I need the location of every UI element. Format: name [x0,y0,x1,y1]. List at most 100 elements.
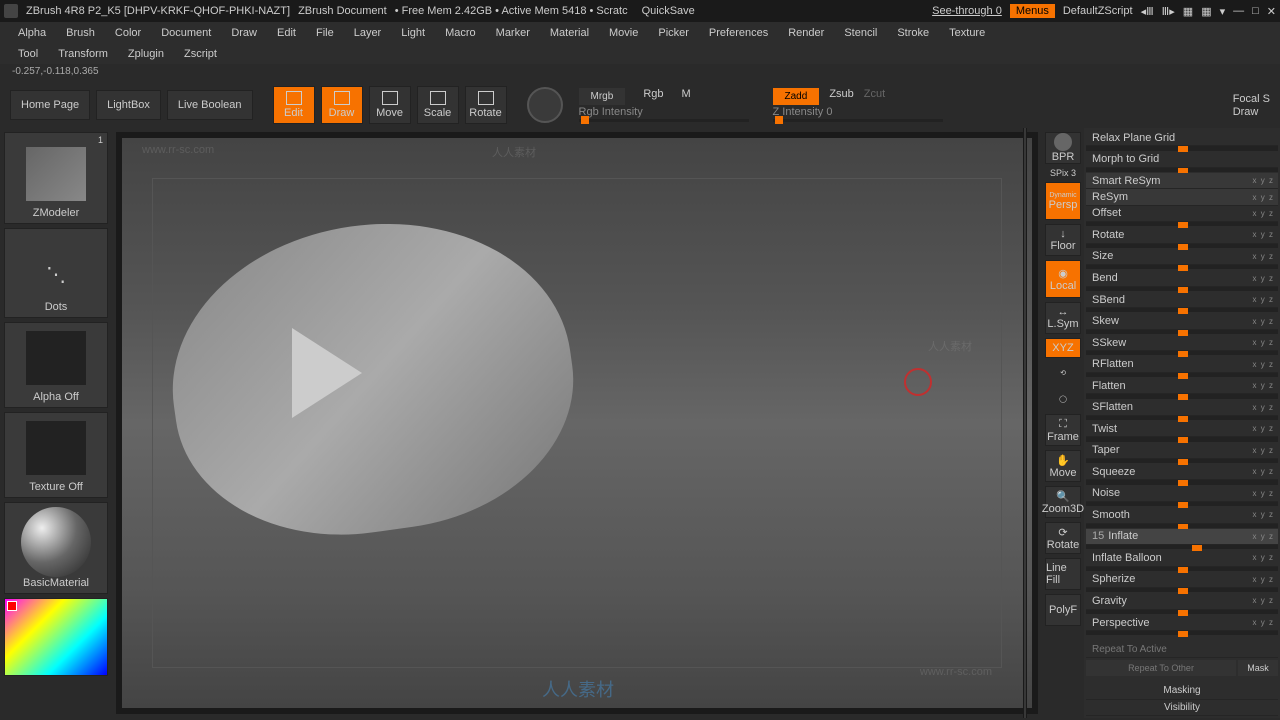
menu-stroke[interactable]: Stroke [887,24,939,42]
persp-button[interactable]: DynamicPersp [1045,182,1081,220]
mrgb-button[interactable]: Mrgb [579,88,626,105]
close-icon[interactable]: ✕ [1267,5,1276,18]
menu-picker[interactable]: Picker [648,24,699,42]
material-thumb[interactable]: BasicMaterial [4,502,108,594]
deform-slider[interactable] [1086,394,1278,398]
deform-sflatten[interactable]: SFlattenx y z [1086,400,1278,416]
deform-noise[interactable]: Noisex y z [1086,486,1278,502]
deform-slider[interactable] [1086,437,1278,441]
deform-slider[interactable] [1086,146,1278,150]
liveboolean-button[interactable]: Live Boolean [167,90,253,120]
deform-size[interactable]: Sizex y z [1086,249,1278,265]
local-button[interactable]: ◉Local [1045,260,1081,298]
deform-slider[interactable] [1086,567,1278,571]
menu-movie[interactable]: Movie [599,24,648,42]
zadd-button[interactable]: Zadd [773,88,820,105]
deform-squeeze[interactable]: Squeezex y z [1086,464,1278,480]
deform-smart-resym[interactable]: Smart ReSymx y z [1086,173,1278,189]
zsub-button[interactable]: Zsub [829,88,853,105]
menu-light[interactable]: Light [391,24,435,42]
menu-layer[interactable]: Layer [344,24,392,42]
deform-gravity[interactable]: Gravityx y z [1086,593,1278,609]
deform-slider[interactable] [1086,502,1278,506]
zcut-button[interactable]: Zcut [864,88,885,105]
xyz-button[interactable]: XYZ [1045,338,1081,358]
dropdown-icon[interactable]: ▾ [1220,5,1226,18]
quicksave-button[interactable]: QuickSave [636,3,701,19]
rotate-view-button[interactable]: ⟳Rotate [1045,522,1081,554]
deform-slider[interactable] [1086,168,1278,172]
deform-slider[interactable] [1086,416,1278,420]
zoom3d-button[interactable]: 🔍Zoom3D [1045,486,1081,518]
deform-slider[interactable] [1086,287,1278,291]
menu-macro[interactable]: Macro [435,24,486,42]
menu-zscript[interactable]: Zscript [174,46,227,62]
rgb-button[interactable]: Rgb [643,88,663,105]
deform-relax-plane-grid[interactable]: Relax Plane Grid [1086,130,1278,146]
deform-offset[interactable]: Offsetx y z [1086,206,1278,222]
menu-texture[interactable]: Texture [939,24,995,42]
deform-slider[interactable] [1086,480,1278,484]
lightbox-button[interactable]: LightBox [96,90,161,120]
deform-slider[interactable] [1086,610,1278,614]
deform-slider[interactable] [1086,222,1278,226]
deform-slider[interactable] [1086,373,1278,377]
menu-stencil[interactable]: Stencil [834,24,887,42]
move-mode-button[interactable]: Move [369,86,411,124]
visibility-section[interactable]: Visibility [1086,700,1278,716]
canvas[interactable]: www.rr-sc.com 人人素材 人人素材 www.rr-sc.com 人人… [116,132,1038,714]
maximize-icon[interactable]: □ [1252,5,1259,17]
repeat-other[interactable]: Repeat To Other [1086,660,1236,676]
nav-next-icon[interactable]: Ⅲ▸ [1162,5,1175,18]
deform-taper[interactable]: Taperx y z [1086,443,1278,459]
menu-marker[interactable]: Marker [486,24,540,42]
rgb-intensity-slider[interactable] [579,119,749,122]
deform-inflate-balloon[interactable]: Inflate Balloonx y z [1086,550,1278,566]
deform-rflatten[interactable]: RFlattenx y z [1086,356,1278,372]
frame-button[interactable]: ⛶Frame [1045,414,1081,446]
scale-mode-button[interactable]: Scale [417,86,459,124]
deform-slider[interactable] [1086,308,1278,312]
deform-slider[interactable] [1086,631,1278,635]
focal-label[interactable]: Focal S [1233,93,1270,105]
rotate-mode-button[interactable]: Rotate [465,86,507,124]
menu-draw[interactable]: Draw [221,24,267,42]
menu-brush[interactable]: Brush [56,24,105,42]
menu-edit[interactable]: Edit [267,24,306,42]
menu-zplugin[interactable]: Zplugin [118,46,174,62]
axis-icon[interactable]: ⟲ [1045,362,1081,384]
tray-divider[interactable] [1023,128,1027,718]
deform-slider[interactable] [1086,459,1278,463]
menu-document[interactable]: Document [151,24,221,42]
menus-button[interactable]: Menus [1010,4,1055,18]
menu-transform[interactable]: Transform [48,46,118,62]
window-icon[interactable]: ▦ [1183,5,1193,18]
menu-color[interactable]: Color [105,24,151,42]
drawmode-label[interactable]: Draw [1233,106,1270,118]
deform-resym[interactable]: ReSymx y z [1086,189,1278,205]
menu-render[interactable]: Render [778,24,834,42]
deform-smooth[interactable]: Smoothx y z [1086,507,1278,523]
gizmo-icon[interactable] [527,87,563,123]
z-intensity-slider[interactable] [773,119,943,122]
deform-slider[interactable] [1086,545,1278,549]
draw-mode-button[interactable]: Draw [321,86,363,124]
menu-preferences[interactable]: Preferences [699,24,778,42]
m-button[interactable]: M [682,88,691,105]
orbit-icon[interactable]: ◯ [1045,388,1081,410]
minimize-icon[interactable]: — [1233,5,1244,17]
bpr-button[interactable]: BPR [1045,132,1081,164]
deform-slider[interactable] [1086,351,1278,355]
deform-sbend[interactable]: SBendx y z [1086,292,1278,308]
spix-label[interactable]: SPix 3 [1050,168,1076,178]
mask-button[interactable]: Mask [1238,660,1278,676]
color-picker[interactable] [4,598,108,676]
menu-alpha[interactable]: Alpha [8,24,56,42]
deform-skew[interactable]: Skewx y z [1086,313,1278,329]
deform-slider[interactable] [1086,244,1278,248]
dots-stroke-thumb[interactable]: ⋱ Dots [4,228,108,318]
deform-twist[interactable]: Twistx y z [1086,421,1278,437]
deform-flatten[interactable]: Flattenx y z [1086,378,1278,394]
deform-rotate[interactable]: Rotatex y z [1086,227,1278,243]
texture-thumb[interactable]: Texture Off [4,412,108,498]
